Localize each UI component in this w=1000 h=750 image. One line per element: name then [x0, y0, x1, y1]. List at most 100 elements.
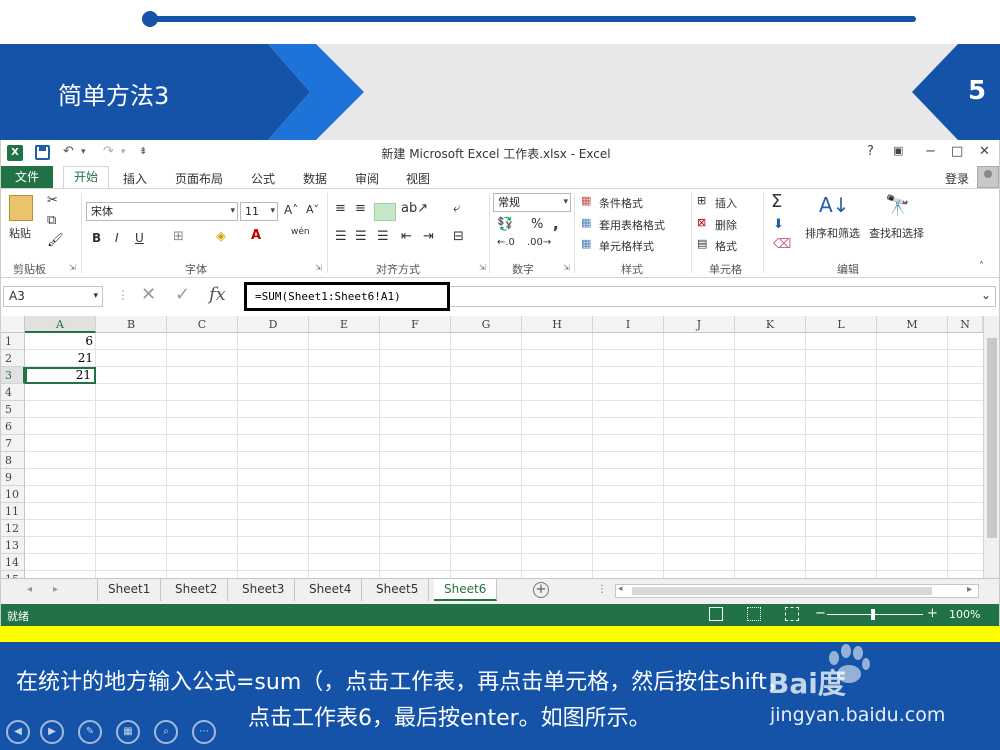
zoom-icon[interactable]: ⌕ [154, 720, 178, 744]
paste-button[interactable]: 粘贴 [9, 225, 31, 241]
ribbon-display-icon[interactable]: ▣ [893, 144, 903, 157]
conditional-format-button[interactable]: 条件格式 [599, 195, 643, 211]
align-left-icon[interactable]: ☰ [335, 229, 347, 244]
font-grow-button[interactable]: A˄ [284, 203, 298, 217]
column-header-g[interactable]: G [451, 316, 522, 333]
phonetic-button[interactable]: wén [291, 227, 310, 237]
bold-button[interactable]: B [92, 231, 101, 245]
decrease-indent-icon[interactable]: ⇤ [401, 229, 412, 244]
sheet-tab-2[interactable]: Sheet2 [165, 579, 229, 601]
column-header-b[interactable]: B [96, 316, 167, 333]
add-sheet-button[interactable]: + [533, 582, 549, 598]
align-bottom-icon[interactable] [374, 203, 396, 221]
row-header-11[interactable]: 11 [1, 503, 25, 520]
select-all-corner[interactable] [1, 316, 25, 333]
vertical-scrollbar[interactable] [983, 316, 999, 578]
page-layout-view-icon[interactable] [747, 607, 761, 621]
tab-page-layout[interactable]: 页面布局 [175, 170, 223, 187]
format-cells-button[interactable]: 格式 [715, 238, 737, 254]
comma-button[interactable]: , [553, 215, 559, 233]
align-top-icon[interactable]: ≡ [335, 201, 346, 216]
sort-filter-button[interactable]: 排序和筛选 [805, 225, 860, 241]
find-select-button[interactable]: 查找和选择 [869, 225, 924, 241]
worksheet-grid[interactable]: ABCDEFGHIJKLMN12345678910111213141562121 [1, 316, 999, 578]
cancel-icon[interactable]: ✕ [141, 284, 156, 305]
zoom-slider-thumb[interactable] [871, 609, 875, 620]
format-as-table-button[interactable]: 套用表格格式 [599, 217, 665, 233]
scroll-thumb[interactable] [632, 587, 932, 595]
next-sheet-icon[interactable]: ▸ [53, 584, 58, 595]
scroll-thumb[interactable] [987, 338, 997, 538]
tab-data[interactable]: 数据 [303, 170, 327, 187]
underline-button[interactable]: U [135, 231, 144, 245]
row-header-12[interactable]: 12 [1, 520, 25, 537]
row-header-6[interactable]: 6 [1, 418, 25, 435]
column-header-j[interactable]: J [664, 316, 735, 333]
column-header-l[interactable]: L [806, 316, 877, 333]
row-header-15[interactable]: 15 [1, 571, 25, 578]
more-icon[interactable]: ⋯ [192, 720, 216, 744]
zoom-in-button[interactable]: + [927, 606, 938, 621]
cell-a1[interactable]: 6 [25, 333, 96, 350]
close-button[interactable]: ✕ [979, 144, 990, 159]
zoom-level[interactable]: 100% [949, 608, 980, 621]
cell-styles-button[interactable]: 单元格样式 [599, 238, 654, 254]
previous-slide-button[interactable]: ◀ [6, 720, 30, 744]
copy-icon[interactable]: ⧉ [47, 213, 56, 228]
increase-indent-icon[interactable]: ⇥ [423, 229, 434, 244]
clear-icon[interactable]: ⌫ [773, 237, 791, 252]
tab-insert[interactable]: 插入 [123, 170, 147, 187]
insert-cells-button[interactable]: 插入 [715, 195, 737, 211]
autosum-button[interactable]: Σ [771, 191, 782, 212]
enter-icon[interactable]: ✓ [175, 284, 190, 305]
row-header-4[interactable]: 4 [1, 384, 25, 401]
dialog-launcher-icon[interactable]: ⇲ [563, 263, 570, 272]
zoom-out-button[interactable]: − [815, 606, 826, 621]
column-header-i[interactable]: I [593, 316, 664, 333]
column-header-h[interactable]: H [522, 316, 593, 333]
insert-function-icon[interactable]: fx [209, 284, 226, 305]
cut-icon[interactable]: ✂ [47, 193, 58, 208]
font-shrink-button[interactable]: A˅ [306, 203, 319, 216]
column-header-c[interactable]: C [167, 316, 238, 333]
zoom-slider[interactable] [827, 614, 923, 615]
horizontal-scrollbar[interactable]: ◂ [615, 584, 979, 598]
format-painter-icon[interactable]: 🖌 [47, 233, 64, 248]
row-header-8[interactable]: 8 [1, 452, 25, 469]
page-break-view-icon[interactable] [785, 607, 799, 621]
row-header-10[interactable]: 10 [1, 486, 25, 503]
number-format-combo[interactable]: 常规 ▾ [493, 193, 571, 212]
row-header-13[interactable]: 13 [1, 537, 25, 554]
help-icon[interactable]: ? [867, 144, 874, 159]
dialog-launcher-icon[interactable]: ⇲ [479, 263, 486, 272]
sheet-tab-3[interactable]: Sheet3 [232, 579, 296, 601]
login-link[interactable]: 登录 [945, 170, 969, 187]
tab-review[interactable]: 审阅 [355, 170, 379, 187]
fill-color-icon[interactable]: ◈ [216, 229, 226, 244]
align-middle-icon[interactable]: ≡ [355, 201, 366, 216]
column-header-e[interactable]: E [309, 316, 380, 333]
file-tab[interactable]: 文件 [1, 166, 53, 188]
row-header-9[interactable]: 9 [1, 469, 25, 486]
align-center-icon[interactable]: ☰ [355, 229, 367, 244]
font-color-icon[interactable]: A [251, 228, 261, 243]
paste-icon[interactable] [9, 195, 33, 221]
percent-button[interactable]: % [531, 217, 543, 232]
row-header-2[interactable]: 2 [1, 350, 25, 367]
font-size-combo[interactable]: 11 ▾ [240, 202, 278, 221]
border-icon[interactable]: ⊞ [173, 229, 184, 244]
prev-sheet-icon[interactable]: ◂ [27, 584, 32, 595]
sheet-tab-6[interactable]: Sheet6 [434, 579, 498, 601]
column-header-d[interactable]: D [238, 316, 309, 333]
name-box[interactable]: A3 ▾ [3, 286, 103, 307]
tab-home[interactable]: 开始 [63, 166, 110, 189]
decrease-decimal-icon[interactable]: .00→ [527, 237, 551, 248]
sheet-tab-1[interactable]: Sheet1 [98, 579, 162, 601]
collapse-ribbon-icon[interactable]: ˄ [979, 261, 984, 272]
delete-cells-button[interactable]: 删除 [715, 217, 737, 233]
wrap-text-icon[interactable]: ⤶ [453, 201, 460, 216]
row-header-7[interactable]: 7 [1, 435, 25, 452]
formula-input-extension[interactable]: ⌄ [451, 286, 996, 307]
column-header-m[interactable]: M [877, 316, 948, 333]
column-header-k[interactable]: K [735, 316, 806, 333]
